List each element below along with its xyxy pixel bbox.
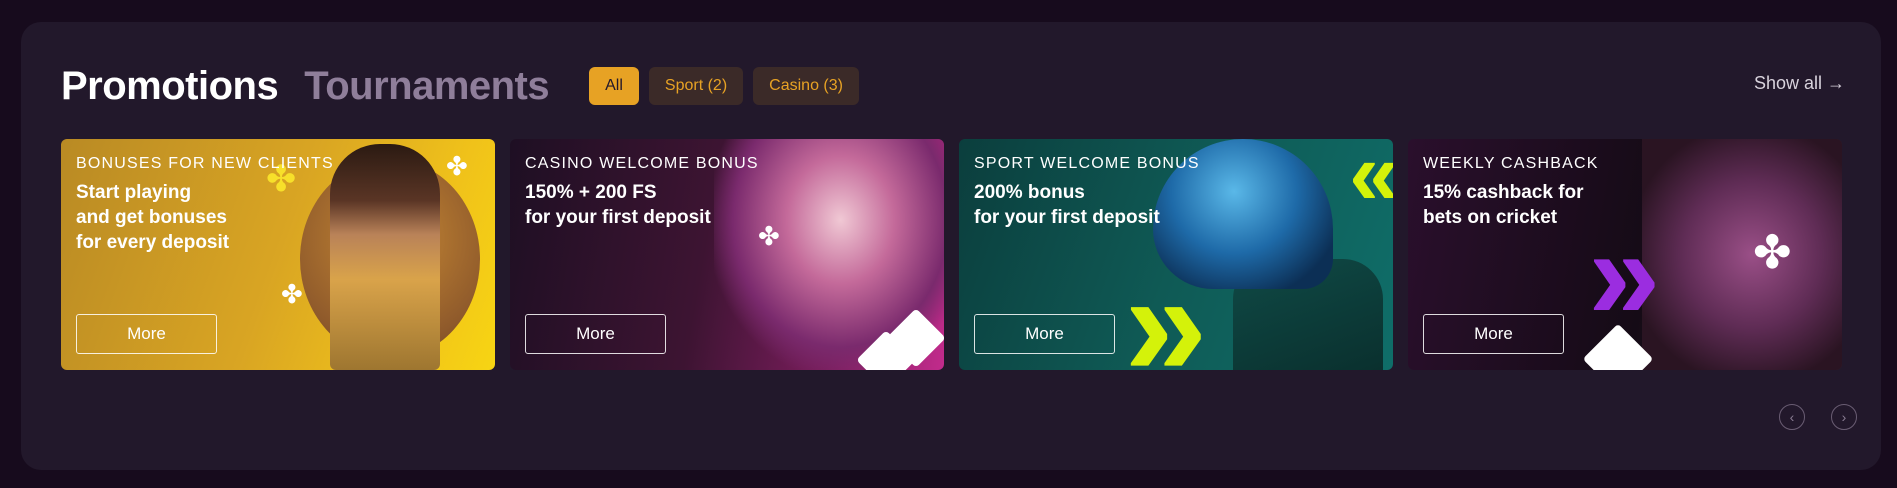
more-button[interactable]: More bbox=[1423, 314, 1564, 354]
card-heading: Start playing and get bonuses for every … bbox=[76, 182, 230, 253]
filter-sport[interactable]: Sport (2) bbox=[648, 67, 744, 105]
card-art-model bbox=[330, 144, 440, 370]
promo-card-casino-welcome[interactable]: ✤ CASINO WELCOME BONUS 150% + 200 FS for… bbox=[510, 139, 944, 370]
filter-all[interactable]: All bbox=[589, 67, 639, 105]
promo-card-new-clients[interactable]: ✤ ✤ ✤ BONUSES FOR NEW CLIENTS Start play… bbox=[61, 139, 495, 370]
show-all-link[interactable]: Show all → bbox=[1754, 73, 1845, 94]
promo-card-weekly-cashback[interactable]: » ✤ WEEKLY CASHBACK 15% cashback for bet… bbox=[1408, 139, 1842, 370]
chevron-icon: « bbox=[1349, 139, 1393, 219]
card-heading: 15% cashback for bets on cricket bbox=[1423, 182, 1584, 228]
sparkle-icon: ✤ bbox=[281, 279, 303, 309]
filter-casino[interactable]: Casino (3) bbox=[753, 67, 859, 105]
card-eyebrow: SPORT WELCOME BONUS bbox=[974, 155, 1200, 172]
promo-cards: ✤ ✤ ✤ BONUSES FOR NEW CLIENTS Start play… bbox=[61, 139, 1842, 370]
promo-card-sport-welcome[interactable]: » « SPORT WELCOME BONUS 200% bonus for y… bbox=[959, 139, 1393, 370]
more-button[interactable]: More bbox=[974, 314, 1115, 354]
card-eyebrow: BONUSES FOR NEW CLIENTS bbox=[76, 155, 334, 172]
card-heading: 150% + 200 FS for your first deposit bbox=[525, 182, 711, 228]
card-heading: 200% bonus for your first deposit bbox=[974, 182, 1160, 228]
filter-chips: All Sport (2) Casino (3) bbox=[589, 67, 859, 105]
card-eyebrow: CASINO WELCOME BONUS bbox=[525, 155, 759, 172]
sparkle-icon: ✤ bbox=[446, 151, 468, 181]
sparkle-icon: ✤ bbox=[1753, 226, 1792, 278]
card-eyebrow: WEEKLY CASHBACK bbox=[1423, 155, 1599, 172]
carousel-nav: ‹ › bbox=[1779, 404, 1857, 430]
chevron-left-icon[interactable]: ‹ bbox=[1779, 404, 1805, 430]
more-button[interactable]: More bbox=[525, 314, 666, 354]
card-art-cricketer bbox=[1642, 139, 1842, 370]
tab-tournaments[interactable]: Tournaments bbox=[304, 64, 549, 109]
tab-promotions[interactable]: Promotions bbox=[61, 64, 279, 109]
chevron-right-icon[interactable]: › bbox=[1831, 404, 1857, 430]
more-button[interactable]: More bbox=[76, 314, 217, 354]
section-header: Promotions Tournaments All Sport (2) Cas… bbox=[61, 64, 859, 108]
